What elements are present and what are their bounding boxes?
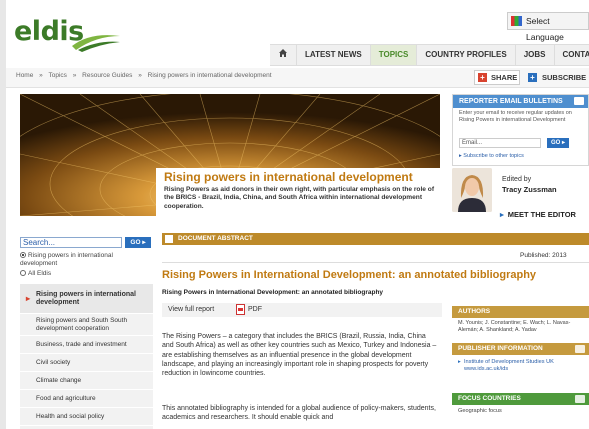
publisher-title: PUBLISHER INFORMATION: [458, 345, 543, 352]
nav-country-profiles[interactable]: COUNTRY PROFILES: [417, 45, 516, 65]
nav-contact[interactable]: CONTACT: [555, 45, 589, 65]
plus-icon: +: [478, 73, 487, 82]
page: eldis Select Language LATEST NEWS TOPICS…: [6, 0, 589, 429]
language-select-label: Select Language: [526, 16, 564, 42]
page-title: Rising powers in international developme…: [164, 170, 413, 184]
pdf-icon[interactable]: [236, 304, 245, 315]
document-abstract-label: DOCUMENT ABSTRACT: [178, 235, 253, 242]
sidebar-search-go-button[interactable]: GO ▸: [125, 237, 151, 248]
authors-list: M. Younis; J. Constantine; E. Wach; L. N…: [458, 320, 571, 333]
document-icon: [165, 235, 173, 243]
sidebar-item-food-agriculture[interactable]: Food and agriculture: [20, 390, 153, 408]
breadcrumb-resource-guides[interactable]: Resource Guides: [82, 72, 132, 79]
edited-by-label: Edited by: [502, 176, 532, 183]
breadcrumb-topics[interactable]: Topics: [48, 72, 66, 79]
google-translate-icon: [511, 16, 522, 26]
sidebar-item-south-south[interactable]: Rising powers and South South developmen…: [20, 314, 153, 336]
radio-all-label: All Eldis: [28, 270, 52, 277]
authors-header: AUTHORS: [452, 306, 589, 318]
building-icon: [575, 345, 585, 353]
sidebar-item-rising-powers[interactable]: Rising powers in international developme…: [20, 284, 153, 314]
breadcrumb-separator: »: [138, 72, 142, 79]
document-subtitle: Rising Powers in International Developme…: [162, 289, 384, 296]
subscribe-button[interactable]: + SUBSCRIBE: [526, 70, 589, 85]
publisher-link[interactable]: Institute of Development Studies UK www.…: [452, 359, 589, 373]
language-select[interactable]: Select Language: [507, 12, 589, 42]
divider: [162, 262, 589, 263]
report-links-bar: View full report PDF: [162, 303, 442, 317]
published-date: Published: 2013: [520, 252, 567, 259]
reporter-email-widget: REPORTER EMAIL BULLETINS Enter your emai…: [452, 94, 589, 166]
abstract-paragraph: The Rising Powers – a category that incl…: [162, 333, 437, 378]
breadcrumb-separator: »: [39, 72, 43, 79]
radio-unselected-icon: [20, 270, 26, 276]
authors-title: AUTHORS: [458, 308, 491, 315]
plus-icon: +: [528, 73, 537, 82]
nav-jobs[interactable]: JOBS: [516, 45, 555, 65]
subscribe-other-topics-label: Subscribe to other topics: [463, 153, 524, 159]
pdf-link[interactable]: PDF: [248, 306, 262, 313]
reporter-go-button[interactable]: GO ▸: [547, 138, 569, 148]
home-icon: [279, 49, 287, 57]
reporter-title: REPORTER EMAIL BULLETINS: [459, 98, 563, 105]
publisher-header: PUBLISHER INFORMATION: [452, 343, 589, 355]
share-label: SHARE: [491, 73, 518, 82]
abstract-paragraph: This annotated bibliography is intended …: [162, 405, 436, 422]
sidebar-search-input[interactable]: Search...: [20, 237, 122, 248]
sidebar-item-climate-change[interactable]: Climate change: [20, 372, 153, 390]
main-nav: LATEST NEWS TOPICS COUNTRY PROFILES JOBS…: [270, 44, 589, 66]
breadcrumb-home[interactable]: Home: [16, 72, 33, 79]
document-abstract-bar: DOCUMENT ABSTRACT: [162, 233, 589, 245]
sidebar-go-label: GO: [130, 239, 141, 246]
editor-name: Tracy Zussman: [502, 185, 557, 194]
home-nav-button[interactable]: [270, 45, 297, 65]
focus-countries-header: FOCUS COUNTRIES: [452, 393, 589, 405]
reporter-header: REPORTER EMAIL BULLETINS: [453, 95, 588, 108]
radio-scoped-label: Rising powers in international developme…: [20, 252, 113, 267]
radio-scoped-search[interactable]: Rising powers in international developme…: [20, 252, 140, 268]
subscribe-other-topics-link[interactable]: ▸ Subscribe to other topics: [459, 153, 524, 159]
sidebar-topic-list: Rising powers in international developme…: [20, 284, 153, 429]
logo-swoosh-icon: [72, 35, 120, 52]
breadcrumb-separator: »: [72, 72, 77, 79]
reporter-go-label: GO: [550, 140, 561, 146]
sidebar-item-business[interactable]: Business, trade and investment: [20, 336, 153, 354]
email-icon: [574, 97, 584, 105]
sidebar-item-health-social[interactable]: Health and social policy: [20, 408, 153, 426]
document-title: Rising Powers in International Developme…: [162, 269, 537, 281]
nav-topics[interactable]: TOPICS: [370, 45, 418, 65]
meet-the-editor-link[interactable]: MEET THE EDITOR: [500, 210, 576, 219]
editor-avatar: [452, 168, 492, 212]
reporter-email-input[interactable]: Email...: [459, 138, 541, 148]
breadcrumb-current: Rising powers in international developme…: [147, 72, 272, 79]
subscribe-label: SUBSCRIBE: [542, 73, 587, 82]
breadcrumb-bar: Home » Topics » Resource Guides » Rising…: [6, 68, 589, 88]
focus-countries-title: FOCUS COUNTRIES: [458, 395, 521, 402]
nav-latest-news[interactable]: LATEST NEWS: [297, 45, 371, 65]
page-description: Rising Powers as aid donors in their own…: [164, 186, 435, 210]
radio-all-eldis[interactable]: All Eldis: [20, 270, 51, 278]
breadcrumb: Home » Topics » Resource Guides » Rising…: [16, 72, 276, 79]
sidebar-item-civil-society[interactable]: Civil society: [20, 354, 153, 372]
globe-icon: [575, 395, 585, 403]
radio-selected-icon: [20, 252, 26, 258]
view-full-report-link[interactable]: View full report: [168, 306, 214, 313]
reporter-description: Enter your email to receive regular upda…: [459, 110, 572, 123]
share-button[interactable]: + SHARE: [474, 70, 520, 85]
geographic-focus-label: Geographic focus: [458, 408, 502, 414]
